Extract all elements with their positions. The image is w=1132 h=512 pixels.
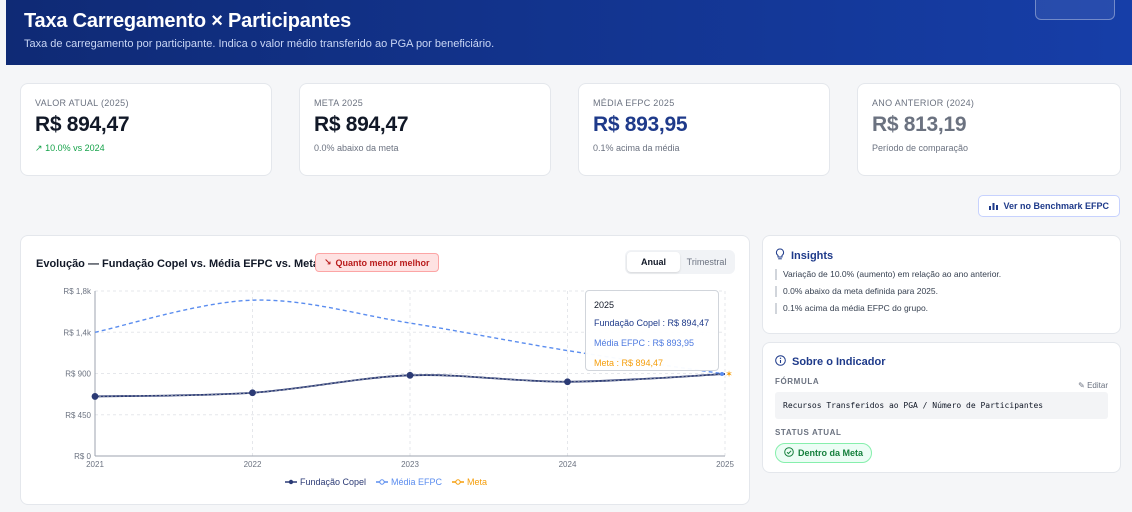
data-point-fundacao-copel xyxy=(406,371,414,379)
chart-tooltip: 2025 Fundação Copel : R$ 894,47 Média EF… xyxy=(585,290,719,371)
tooltip-efpc: Média EFPC : R$ 893,95 xyxy=(594,338,695,348)
insights-panel: Insights Variação de 10.0% (aumento) em … xyxy=(762,235,1121,334)
status-text: Dentro da Meta xyxy=(798,448,864,458)
trend-up-icon: ↗ xyxy=(35,143,43,153)
y-tick-label: R$ 450 xyxy=(65,411,91,420)
formula-label: FÓRMULA xyxy=(775,377,820,386)
tooltip-year: 2025 xyxy=(594,300,615,310)
insight-item: 0.0% abaixo da meta definida para 2025. xyxy=(775,286,1108,297)
about-title-text: Sobre o Indicador xyxy=(792,356,886,368)
edit-formula-button[interactable]: ✎ Editar xyxy=(1078,381,1108,390)
chart-legend: Fundação Copel Média EFPC Meta xyxy=(21,477,751,487)
kpi-card-current: VALOR ATUAL (2025) R$ 894,47 ↗ 10.0% vs … xyxy=(20,83,272,176)
x-tick-label: 2024 xyxy=(559,460,577,469)
tooltip-meta: Meta : R$ 894,47 xyxy=(594,358,664,368)
x-tick-label: 2021 xyxy=(86,460,104,469)
insight-item: 0.1% acima da média EFPC do grupo. xyxy=(775,303,1108,314)
legend-item-copel[interactable]: Fundação Copel xyxy=(284,477,366,487)
benchmark-button[interactable]: Ver no Benchmark EFPC xyxy=(978,195,1120,217)
kpi-card-goal: META 2025 R$ 894,47 0.0% abaixo da meta xyxy=(299,83,551,176)
data-point-meta: ✶ xyxy=(725,370,733,380)
kpi-value: R$ 893,95 xyxy=(593,113,688,136)
kpi-card-previous: ANO ANTERIOR (2024) R$ 813,19 Período de… xyxy=(857,83,1121,176)
legend-label: Média EFPC xyxy=(391,477,443,487)
kpi-value: R$ 894,47 xyxy=(314,113,409,136)
lightbulb-icon xyxy=(775,248,785,263)
kpi-value: R$ 813,19 xyxy=(872,113,967,136)
page-title: Taxa Carregamento × Participantes xyxy=(24,10,352,32)
x-tick-label: 2023 xyxy=(401,460,419,469)
page-subtitle: Taxa de carregamento por participante. I… xyxy=(24,38,495,50)
status-badge: Dentro da Meta xyxy=(775,443,873,463)
kpi-delta: ↗ 10.0% vs 2024 xyxy=(35,143,257,154)
check-circle-icon xyxy=(784,447,794,459)
about-indicator-panel: Sobre o Indicador FÓRMULA ✎ Editar Recur… xyxy=(762,342,1121,473)
page-header: Taxa Carregamento × Participantes Taxa d… xyxy=(6,0,1132,65)
kpi-label: ANO ANTERIOR (2024) xyxy=(872,98,975,108)
kpi-label: META 2025 xyxy=(314,98,364,108)
kpi-label: VALOR ATUAL (2025) xyxy=(35,98,129,108)
tooltip-copel: Fundação Copel : R$ 894,47 xyxy=(594,318,710,328)
legend-label: Meta xyxy=(467,477,488,487)
status-label: STATUS ATUAL xyxy=(775,428,842,437)
legend-item-meta[interactable]: Meta xyxy=(452,477,487,487)
about-title: Sobre o Indicador xyxy=(775,355,1108,369)
y-tick-label: R$ 1,8k xyxy=(63,287,92,296)
bar-chart-icon xyxy=(989,201,999,212)
benchmark-button-label: Ver no Benchmark EFPC xyxy=(1003,201,1109,211)
kpi-delta-text: 10.0% vs 2024 xyxy=(45,143,105,153)
data-point-fundacao-copel xyxy=(91,393,99,400)
kpi-sub: Período de comparação xyxy=(872,143,969,153)
data-point-fundacao-copel xyxy=(564,378,571,386)
y-tick-label: R$ 1,4k xyxy=(63,328,92,337)
insights-title-text: Insights xyxy=(791,249,834,262)
kpi-label: MÉDIA EFPC 2025 xyxy=(593,98,675,108)
header-action-button[interactable] xyxy=(1035,0,1115,20)
pencil-icon: ✎ xyxy=(1078,381,1085,390)
data-point-media-efpc xyxy=(720,372,724,377)
insights-title: Insights xyxy=(775,248,1108,263)
info-icon xyxy=(775,355,786,369)
legend-item-efpc[interactable]: Média EFPC xyxy=(376,477,442,487)
kpi-card-average: MÉDIA EFPC 2025 R$ 893,95 0.1% acima da … xyxy=(578,83,830,176)
kpi-value: R$ 894,47 xyxy=(35,113,130,136)
y-tick-label: R$ 900 xyxy=(65,370,91,379)
data-point-fundacao-copel xyxy=(249,389,256,397)
legend-label: Fundação Copel xyxy=(299,477,366,487)
kpi-sub: 0.1% acima da média xyxy=(593,143,680,153)
x-tick-label: 2025 xyxy=(716,460,734,469)
x-tick-label: 2022 xyxy=(244,460,262,469)
formula-text: Recursos Transferidos ao PGA / Número de… xyxy=(775,392,1108,419)
insight-item: Variação de 10.0% (aumento) em relação a… xyxy=(775,269,1108,280)
chart-panel: Evolução — Fundação Copel vs. Média EFPC… xyxy=(20,235,750,505)
kpi-sub: 0.0% abaixo da meta xyxy=(314,143,399,153)
edit-label: Editar xyxy=(1087,381,1108,390)
